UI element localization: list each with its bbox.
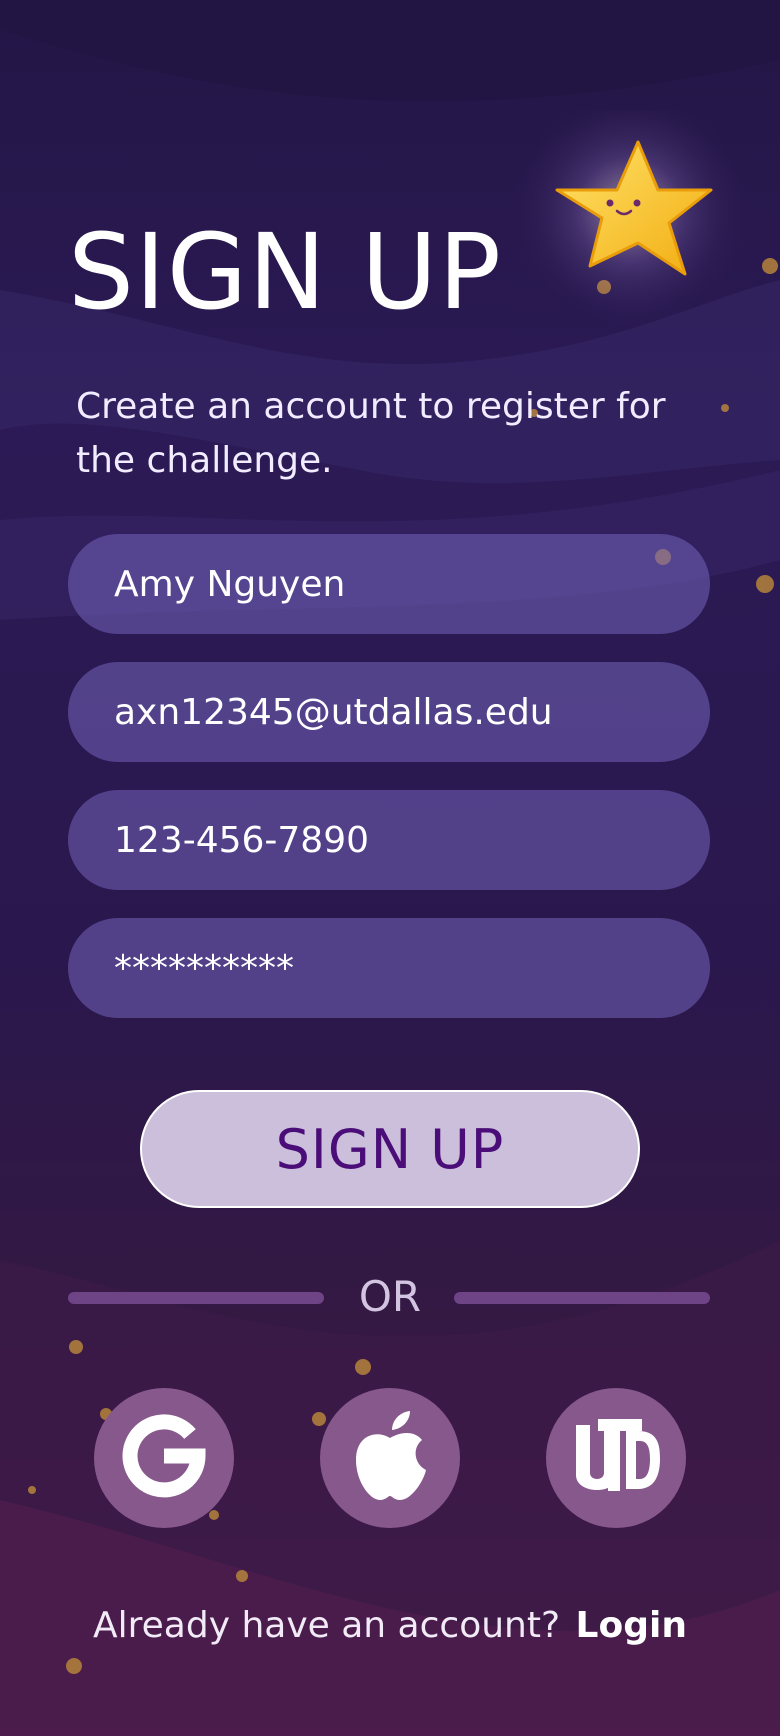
divider-line-right [454,1292,710,1304]
google-sign-in-button[interactable] [94,1388,234,1528]
divider-line-left [68,1292,324,1304]
page-subtitle: Create an account to register for the ch… [76,386,666,481]
divider-label: OR [358,1272,422,1321]
login-prompt-text: Already have an account? [93,1605,561,1646]
apple-icon [348,1408,432,1508]
login-link[interactable]: Login [576,1605,687,1646]
star-mascot-icon [485,90,750,350]
sign-up-button[interactable]: SIGN UP [140,1090,640,1208]
page-title: SIGN UP [68,211,502,333]
google-icon [119,1411,209,1505]
email-field[interactable] [68,662,710,762]
login-prompt-row: Already have an account? Login [0,1605,780,1646]
password-field[interactable] [68,918,710,1018]
utd-logo-icon [568,1411,664,1505]
phone-field[interactable] [68,790,710,890]
utd-sign-in-button[interactable] [546,1388,686,1528]
signup-screen: SIGN UP Create an account to register fo [0,0,780,1736]
apple-sign-in-button[interactable] [320,1388,460,1528]
name-field[interactable] [68,534,710,634]
